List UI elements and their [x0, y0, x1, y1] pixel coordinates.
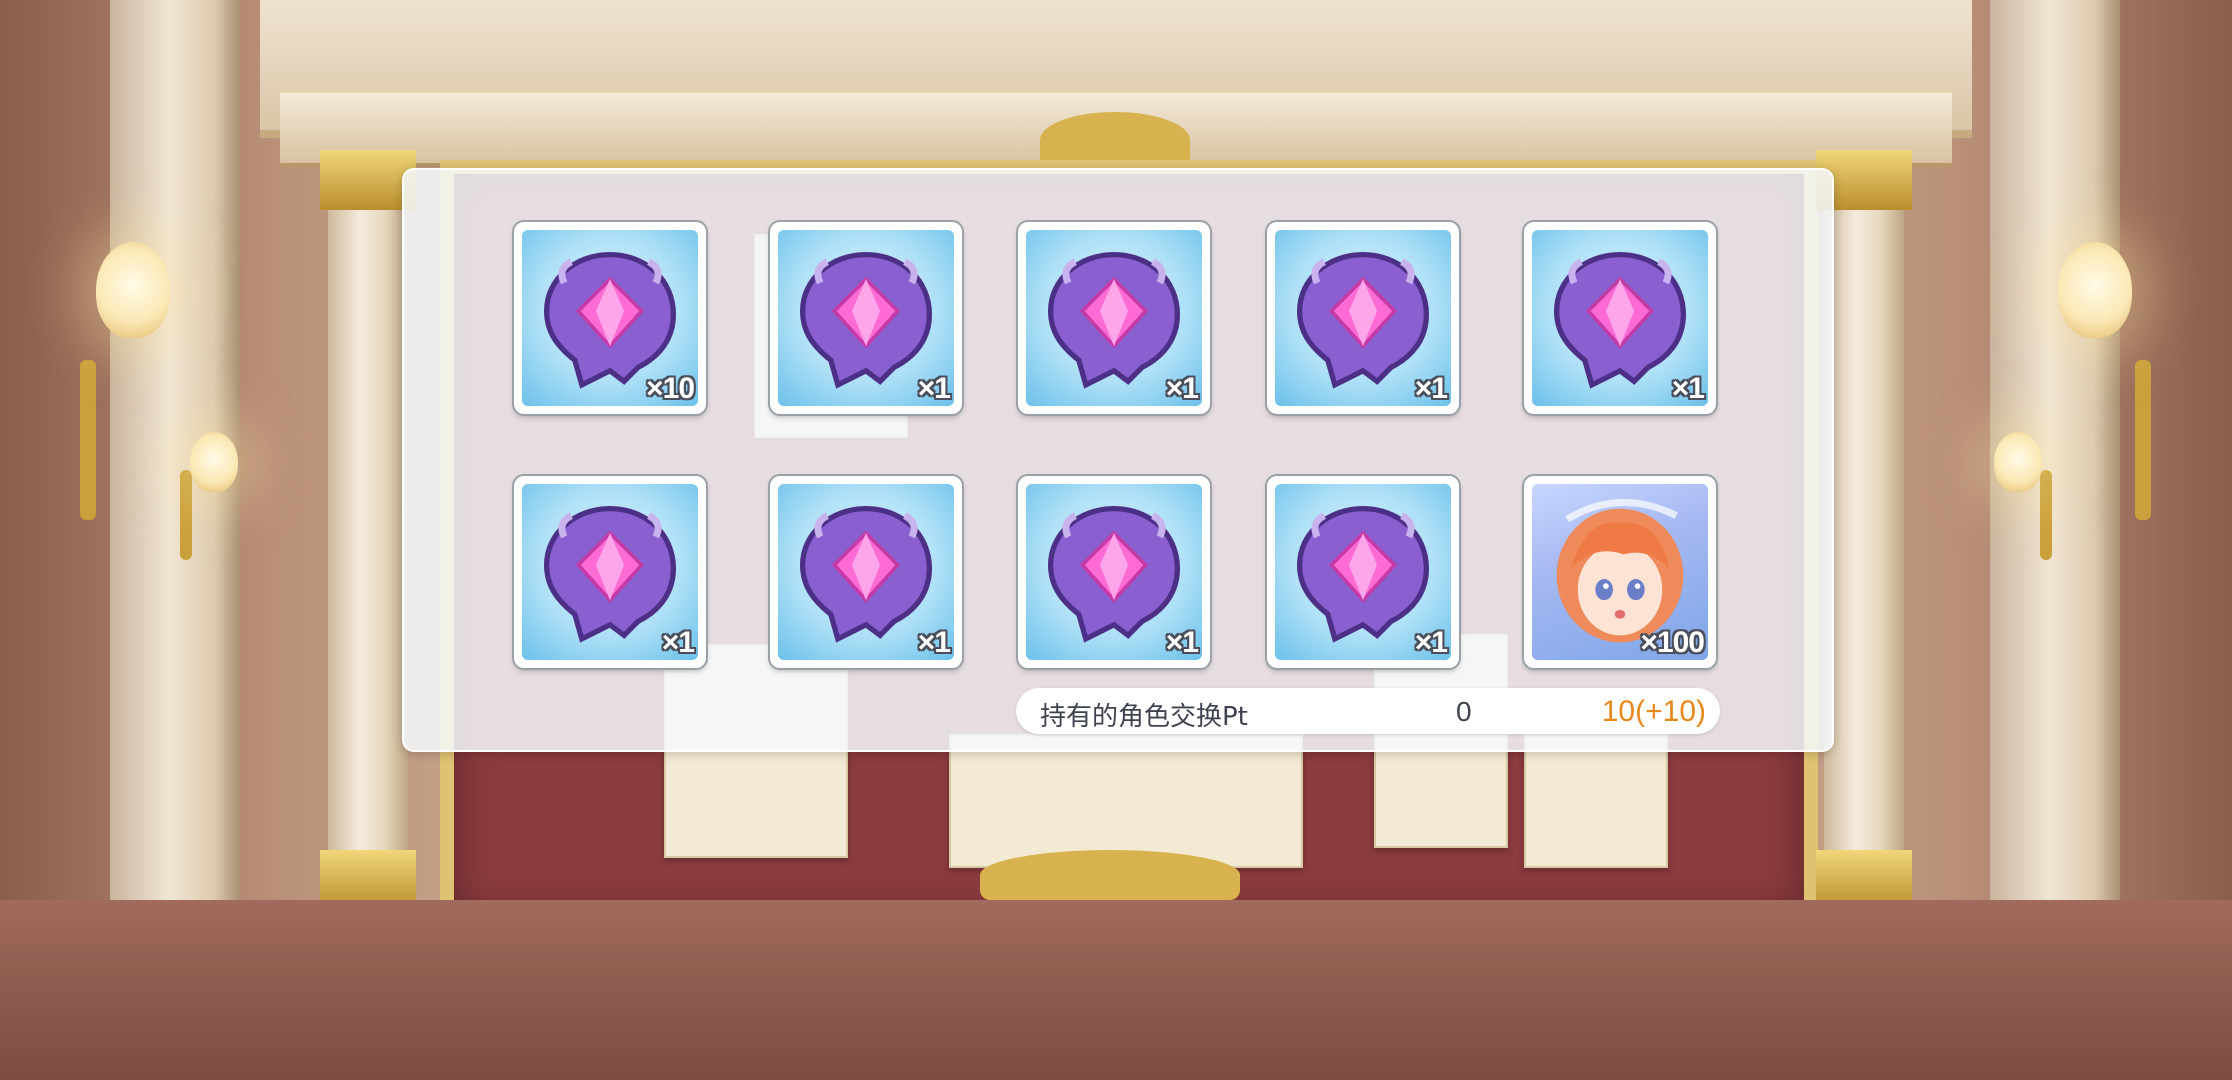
item-quantity: ×1 — [1165, 626, 1199, 659]
reward-item[interactable]: ×1 — [770, 476, 962, 668]
right-pillar — [1816, 150, 1912, 910]
item-quantity: ×100 — [1640, 626, 1705, 659]
floor — [0, 900, 2232, 1080]
reward-item[interactable]: ×1 — [1018, 476, 1210, 668]
reward-item[interactable]: ×10 — [514, 222, 706, 414]
exchange-pt-after: 10(+10) — [1601, 695, 1706, 728]
reward-item-character[interactable]: ×100 — [1524, 476, 1716, 668]
lamp-arm — [80, 360, 96, 520]
board-paper — [1524, 734, 1668, 868]
lamp-arm — [180, 470, 192, 560]
wall-lamp — [2058, 242, 2132, 338]
reward-panel: ×10 ×1 ×1 ×1 ×1 ×1 ×1 ×1 ×1 ×100 持有的角色交换… — [402, 168, 1834, 752]
item-quantity: ×1 — [1414, 626, 1448, 659]
reward-item[interactable]: ×1 — [770, 222, 962, 414]
reward-item[interactable]: ×1 — [1267, 476, 1459, 668]
exchange-pt-bar: 持有的角色交换Pt 0 10(+10) — [1016, 688, 1720, 734]
wall-lamp — [96, 242, 170, 338]
lamp-arm — [2135, 360, 2151, 520]
item-quantity: ×1 — [917, 626, 951, 659]
item-quantity: ×1 — [1414, 372, 1448, 405]
reward-item[interactable]: ×1 — [514, 476, 706, 668]
item-quantity: ×1 — [917, 372, 951, 405]
wall-lamp — [190, 432, 238, 492]
bottom-ornament — [980, 850, 1240, 900]
lamp-arm — [2040, 470, 2052, 560]
reward-item[interactable]: ×1 — [1524, 222, 1716, 414]
board-paper — [949, 734, 1303, 868]
item-quantity: ×10 — [646, 372, 695, 405]
item-quantity: ×1 — [1165, 372, 1199, 405]
exchange-pt-label: 持有的角色交换Pt — [1040, 702, 1248, 732]
wall-lamp — [1994, 432, 2042, 492]
item-quantity: ×1 — [1671, 372, 1705, 405]
left-pillar — [320, 150, 416, 910]
item-quantity: ×1 — [661, 626, 695, 659]
exchange-pt-owned: 0 — [1456, 696, 1472, 727]
reward-item[interactable]: ×1 — [1267, 222, 1459, 414]
reward-item[interactable]: ×1 — [1018, 222, 1210, 414]
